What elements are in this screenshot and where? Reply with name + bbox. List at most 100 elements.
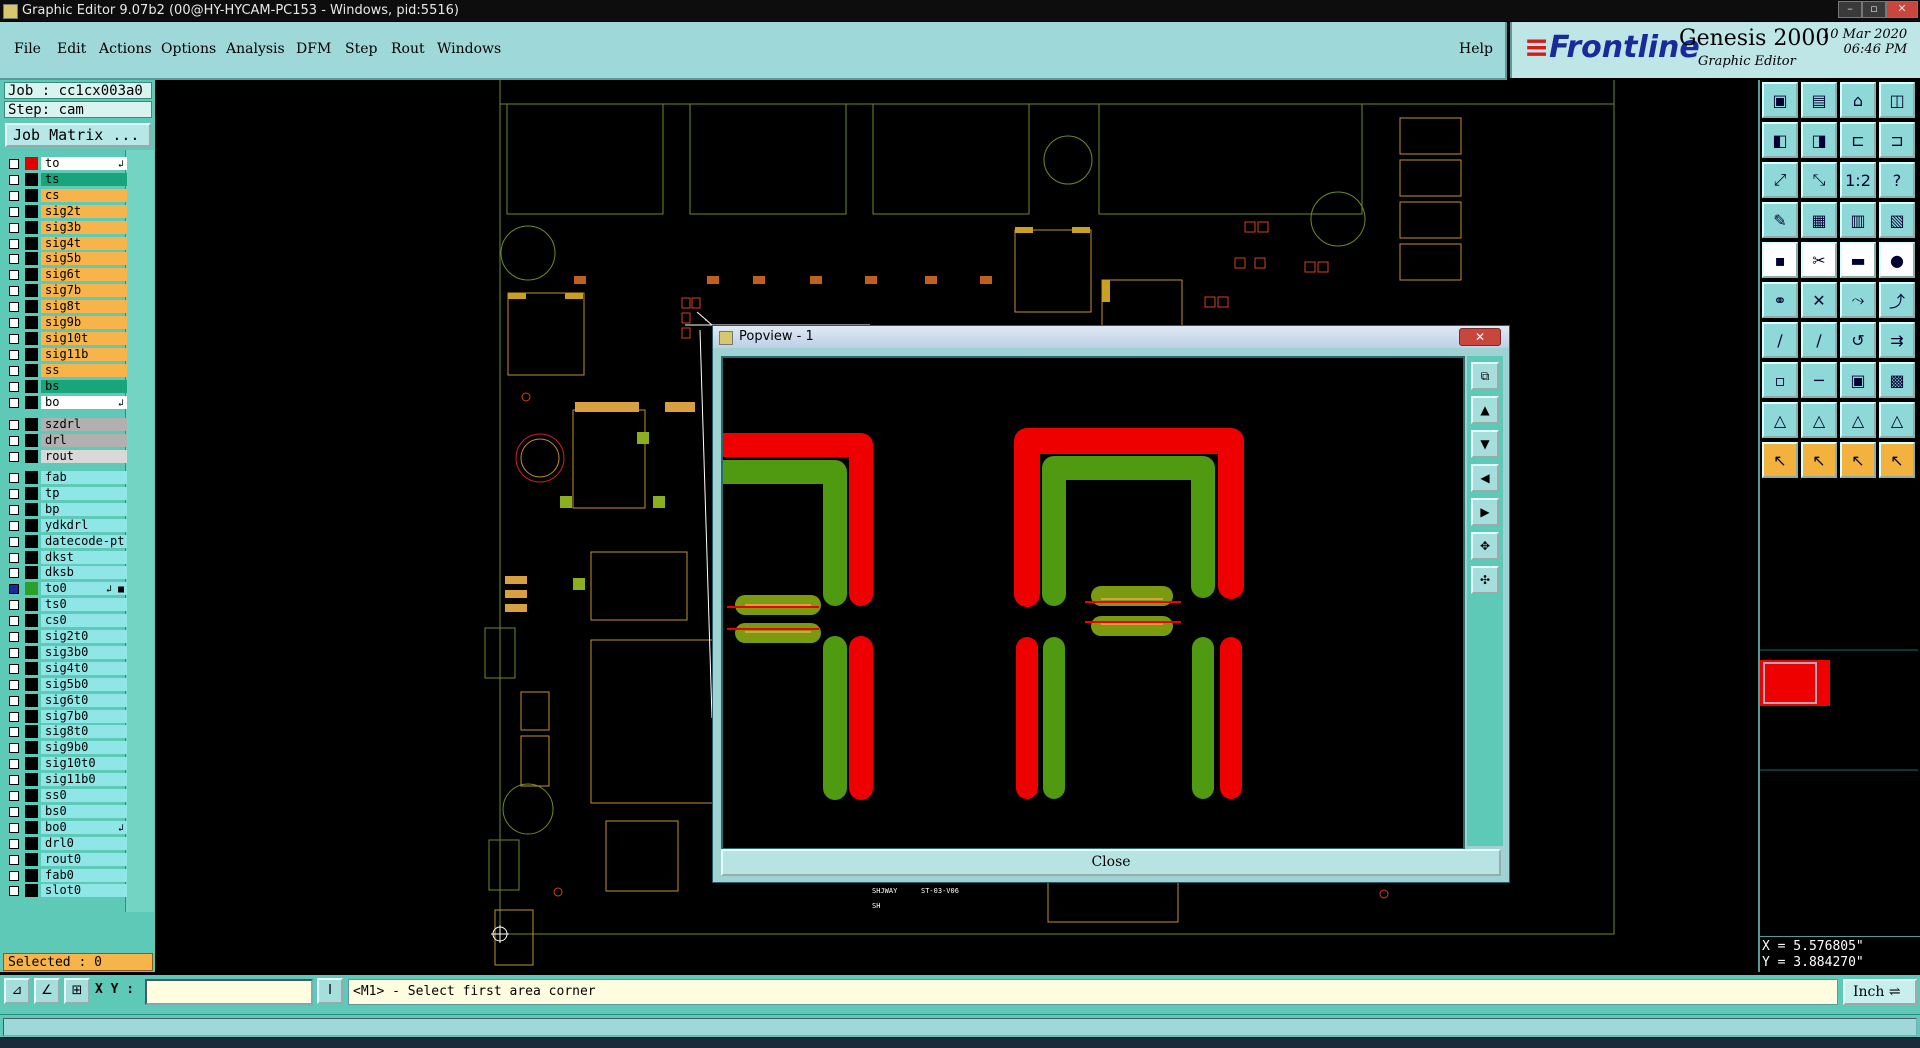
triangle-add-icon[interactable]: △: [1762, 402, 1798, 438]
popview-right-icon[interactable]: ▶: [1471, 498, 1499, 526]
layer-row[interactable]: szdrl: [5, 417, 127, 432]
measure-icon[interactable]: ▬: [1840, 242, 1876, 278]
layer-name[interactable]: rout0: [41, 852, 127, 866]
layer-name[interactable]: bo0 ↲: [41, 820, 127, 834]
layer-name[interactable]: sig11b0: [41, 773, 127, 787]
layer-name[interactable]: sig2t: [41, 204, 127, 218]
angle-mode-icon[interactable]: ∠: [34, 978, 60, 1004]
menu-actions[interactable]: Actions: [99, 41, 152, 57]
move-node-icon[interactable]: ⤳: [1840, 282, 1876, 318]
layer-row[interactable]: sig11b: [5, 347, 127, 362]
grid-icon[interactable]: ▦: [1801, 202, 1837, 238]
layer-checkbox[interactable]: [9, 727, 19, 738]
layer-row[interactable]: sig7b0: [5, 709, 127, 724]
layer-row[interactable]: sig4t: [5, 236, 127, 251]
layer-name[interactable]: bs: [41, 379, 127, 393]
triangle-edit-icon[interactable]: △: [1801, 402, 1837, 438]
layer-name[interactable]: to ↲: [41, 157, 127, 170]
layer-row[interactable]: rout0: [5, 852, 127, 867]
save-icon[interactable]: ▤: [1801, 82, 1837, 118]
layer-name[interactable]: ss0: [41, 789, 127, 802]
layer-checkbox[interactable]: [9, 206, 19, 217]
layer-row[interactable]: to ↲: [5, 156, 127, 171]
pointer-icon[interactable]: ↖: [1762, 442, 1798, 478]
popview-up-icon[interactable]: ▲: [1471, 396, 1499, 424]
layer-checkbox[interactable]: [9, 838, 19, 849]
layer-row[interactable]: sig11b0: [5, 772, 127, 787]
unit-selector[interactable]: Inch ⇌: [1843, 979, 1917, 1005]
layer-row[interactable]: sig7b: [5, 283, 127, 298]
layer-name[interactable]: slot0: [41, 884, 127, 898]
layer-row[interactable]: bo0 ↲: [5, 820, 127, 835]
layer-name[interactable]: drl: [41, 433, 127, 447]
layer-checkbox[interactable]: [9, 870, 19, 881]
triangle-move-icon[interactable]: △: [1879, 402, 1915, 438]
arc-icon[interactable]: ↺: [1840, 322, 1876, 358]
layer-row[interactable]: tp: [5, 486, 127, 501]
layer-row[interactable]: sig4t0: [5, 661, 127, 676]
layer-name[interactable]: sig9b0: [41, 741, 127, 755]
line-draw-icon[interactable]: ∕: [1801, 322, 1837, 358]
pointer-node-icon[interactable]: ↖: [1840, 442, 1876, 478]
layer-row[interactable]: ts: [5, 172, 127, 187]
pan-icon[interactable]: ⊏: [1840, 122, 1876, 158]
layer-checkbox[interactable]: [9, 632, 19, 642]
minimize-button[interactable]: –: [1838, 1, 1862, 18]
layer-checkbox[interactable]: [9, 616, 19, 627]
layer-checkbox[interactable]: [9, 333, 19, 344]
layer-row[interactable]: slot0: [5, 883, 127, 898]
menu-dfm[interactable]: DFM: [296, 41, 331, 57]
layer-checkbox[interactable]: [9, 488, 19, 499]
layer-checkbox[interactable]: [9, 302, 19, 313]
line-add-icon[interactable]: ∕: [1762, 322, 1798, 358]
layer-name[interactable]: dksb: [41, 566, 127, 580]
layer-checkbox[interactable]: [9, 381, 19, 392]
layer-checkbox[interactable]: [9, 568, 19, 579]
layer-checkbox[interactable]: [9, 286, 19, 297]
popview-down-icon[interactable]: ▼: [1471, 430, 1499, 458]
layer-row[interactable]: drl0: [5, 836, 127, 851]
layer-name[interactable]: drl0: [41, 836, 127, 850]
redraw-icon[interactable]: ⊐: [1879, 122, 1915, 158]
layer-checkbox[interactable]: [9, 254, 19, 265]
zoom-fit-icon[interactable]: ⤢: [1762, 162, 1798, 198]
layer-checkbox[interactable]: [9, 270, 19, 281]
scale-1-2-icon[interactable]: 1:2: [1840, 162, 1876, 198]
help-icon[interactable]: ?: [1879, 162, 1915, 198]
layer-name[interactable]: sig8t: [41, 300, 127, 314]
menu-step[interactable]: Step: [345, 41, 377, 57]
layer-row[interactable]: sig8t: [5, 299, 127, 314]
triangle-node-icon[interactable]: △: [1840, 402, 1876, 438]
layer-checkbox[interactable]: [9, 600, 19, 611]
edge-icon[interactable]: ─: [1801, 362, 1837, 398]
layer-checkbox[interactable]: [9, 663, 19, 674]
menu-help[interactable]: Help: [1459, 41, 1493, 57]
layer-name[interactable]: dkst: [41, 550, 127, 564]
layer-name[interactable]: sig7b0: [41, 709, 127, 723]
layer-name[interactable]: rout: [41, 449, 127, 463]
layer-row[interactable]: bo ↲: [5, 395, 127, 410]
layer-name[interactable]: sig11b: [41, 347, 127, 361]
layer-checkbox[interactable]: [9, 647, 19, 658]
shapes-icon[interactable]: ▩: [1879, 362, 1915, 398]
layer-checkbox[interactable]: [9, 806, 19, 817]
snap-icon[interactable]: ✎: [1762, 202, 1798, 238]
layer-name[interactable]: tp: [41, 486, 127, 500]
layer-row[interactable]: sig10t0: [5, 756, 127, 771]
layer-row[interactable]: sig9b0: [5, 740, 127, 755]
menu-windows[interactable]: Windows: [437, 41, 501, 57]
popview-zoom-center-icon[interactable]: ✣: [1471, 566, 1499, 594]
layer-row[interactable]: to0 ↲ ■: [5, 581, 127, 596]
layer-checkbox[interactable]: [9, 536, 19, 547]
delete-icon[interactable]: ✕: [1801, 282, 1837, 318]
layer-name[interactable]: sig7b: [41, 284, 127, 298]
layer-name[interactable]: sig2t0: [41, 630, 127, 643]
pointer-route-icon[interactable]: ↖: [1879, 442, 1915, 478]
layer-checkbox[interactable]: [9, 174, 19, 185]
maximize-button[interactable]: ▫: [1862, 1, 1886, 18]
layer-row[interactable]: sig9b: [5, 315, 127, 330]
layer-name[interactable]: sig3b: [41, 220, 127, 234]
layer-row[interactable]: sig2t: [5, 204, 127, 219]
popview-canvas[interactable]: [721, 356, 1465, 850]
layer-name[interactable]: szdrl: [41, 418, 127, 431]
